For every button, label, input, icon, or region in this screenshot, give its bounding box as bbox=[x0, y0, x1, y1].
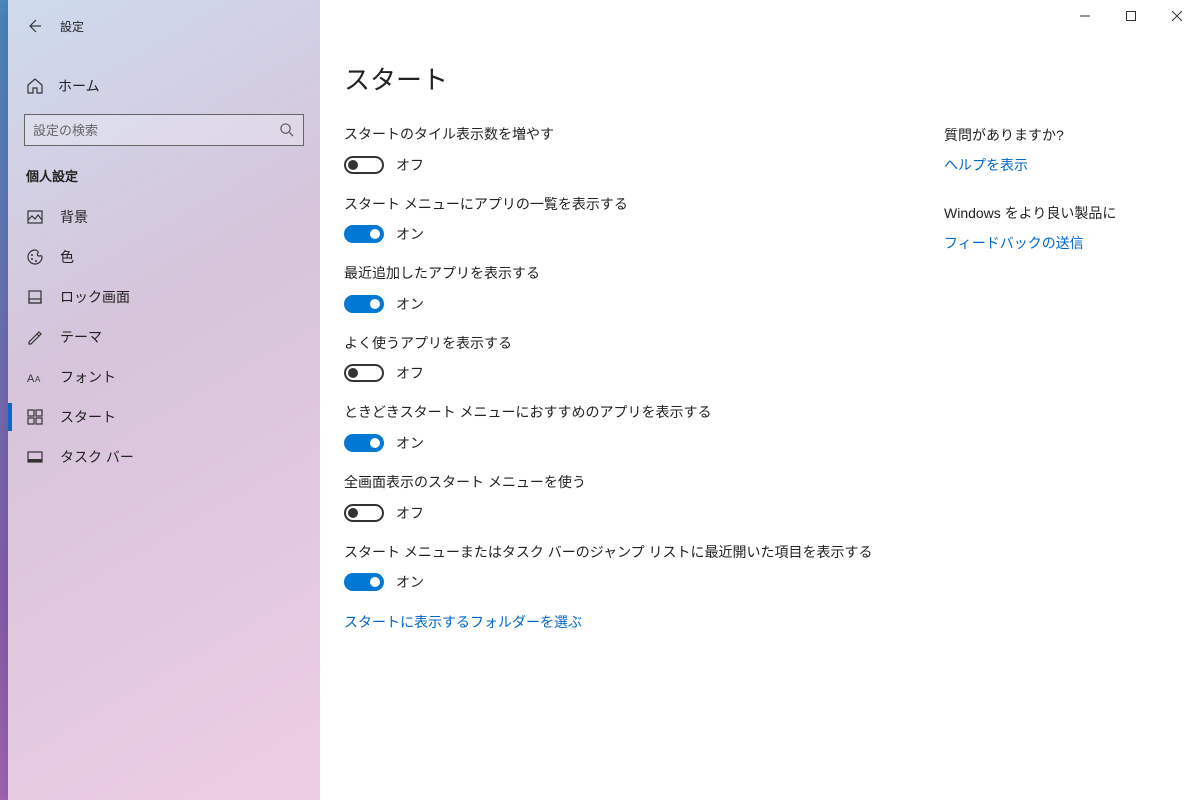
setting-more-tiles: スタートのタイル表示数を増やす オフ bbox=[344, 125, 904, 175]
svg-text:A: A bbox=[35, 375, 41, 384]
picture-icon bbox=[26, 208, 44, 226]
toggle-state-text: オン bbox=[396, 294, 424, 314]
toggle-state-text: オフ bbox=[396, 363, 424, 383]
toggle-state-text: オン bbox=[396, 433, 424, 453]
nav-label: フォント bbox=[60, 367, 116, 387]
setting-suggestions: ときどきスタート メニューにおすすめのアプリを表示する オン bbox=[344, 403, 904, 453]
feedback-link[interactable]: フィードバックの送信 bbox=[944, 233, 1164, 253]
nav-item-taskbar[interactable]: タスク バー bbox=[8, 437, 320, 477]
setting-most-used: よく使うアプリを表示する オフ bbox=[344, 334, 904, 384]
settings-column: スタートのタイル表示数を増やす オフ スタート メニューにアプリの一覧を表示する… bbox=[344, 125, 904, 632]
main-content: スタート スタートのタイル表示数を増やす オフ スタート メニューにアプリの一覧… bbox=[320, 0, 1200, 800]
feedback-heading: Windows をより良い製品に bbox=[944, 203, 1164, 223]
help-link[interactable]: ヘルプを表示 bbox=[944, 155, 1164, 175]
settings-window: 設定 ホーム 個人設定 背景 色 bbox=[8, 0, 1200, 800]
setting-label: スタートのタイル表示数を増やす bbox=[344, 125, 904, 145]
nav-item-colors[interactable]: 色 bbox=[8, 237, 320, 277]
toggle-most-used[interactable] bbox=[344, 364, 384, 382]
nav-label: テーマ bbox=[60, 327, 102, 347]
aside-column: 質問がありますか? ヘルプを表示 Windows をより良い製品に フィードバッ… bbox=[944, 125, 1164, 632]
taskbar-icon bbox=[26, 448, 44, 466]
back-button[interactable] bbox=[22, 14, 46, 38]
minimize-icon bbox=[1080, 11, 1090, 21]
nav-label: タスク バー bbox=[60, 447, 134, 467]
content-row: スタートのタイル表示数を増やす オフ スタート メニューにアプリの一覧を表示する… bbox=[344, 125, 1176, 632]
setting-label: スタート メニューまたはタスク バーのジャンプ リストに最近開いた項目を表示する bbox=[344, 543, 904, 563]
titlebar-left: 設定 bbox=[8, 8, 320, 44]
toggle-state-text: オン bbox=[396, 224, 424, 244]
toggle-state-text: オフ bbox=[396, 155, 424, 175]
nav-label: スタート bbox=[60, 407, 116, 427]
setting-jumplist: スタート メニューまたはタスク バーのジャンプ リストに最近開いた項目を表示する… bbox=[344, 543, 904, 593]
toggle-more-tiles[interactable] bbox=[344, 156, 384, 174]
nav-item-background[interactable]: 背景 bbox=[8, 197, 320, 237]
setting-recently-added: 最近追加したアプリを表示する オン bbox=[344, 264, 904, 314]
maximize-icon bbox=[1126, 11, 1136, 21]
nav-item-start[interactable]: スタート bbox=[8, 397, 320, 437]
nav-label: 色 bbox=[60, 247, 74, 267]
toggle-app-list[interactable] bbox=[344, 225, 384, 243]
page-title: スタート bbox=[344, 60, 1176, 97]
palette-icon bbox=[26, 248, 44, 266]
search-box[interactable] bbox=[24, 114, 304, 146]
close-icon bbox=[1172, 11, 1182, 21]
close-button[interactable] bbox=[1154, 0, 1200, 32]
sidebar: 設定 ホーム 個人設定 背景 色 bbox=[8, 0, 320, 800]
maximize-button[interactable] bbox=[1108, 0, 1154, 32]
nav-list: 背景 色 ロック画面 テーマ AA フォント スタート bbox=[8, 197, 320, 477]
font-icon: AA bbox=[26, 368, 44, 386]
search-icon bbox=[279, 122, 295, 138]
start-icon bbox=[26, 408, 44, 426]
home-icon bbox=[26, 77, 44, 95]
search-container bbox=[8, 108, 320, 156]
setting-label: ときどきスタート メニューにおすすめのアプリを表示する bbox=[344, 403, 904, 423]
nav-item-fonts[interactable]: AA フォント bbox=[8, 357, 320, 397]
nav-label: 背景 bbox=[60, 207, 88, 227]
lockscreen-icon bbox=[26, 288, 44, 306]
titlebar-controls bbox=[1062, 0, 1200, 32]
toggle-jumplist[interactable] bbox=[344, 573, 384, 591]
setting-fullscreen: 全画面表示のスタート メニューを使う オフ bbox=[344, 473, 904, 523]
help-heading: 質問がありますか? bbox=[944, 125, 1164, 145]
nav-label: ロック画面 bbox=[60, 287, 130, 307]
setting-label: よく使うアプリを表示する bbox=[344, 334, 904, 354]
nav-item-themes[interactable]: テーマ bbox=[8, 317, 320, 357]
svg-text:A: A bbox=[27, 373, 35, 385]
toggle-suggestions[interactable] bbox=[344, 434, 384, 452]
setting-label: 最近追加したアプリを表示する bbox=[344, 264, 904, 284]
setting-app-list: スタート メニューにアプリの一覧を表示する オン bbox=[344, 195, 904, 245]
arrow-left-icon bbox=[26, 18, 42, 34]
nav-item-lockscreen[interactable]: ロック画面 bbox=[8, 277, 320, 317]
toggle-state-text: オン bbox=[396, 572, 424, 592]
window-title: 設定 bbox=[60, 18, 84, 35]
search-input[interactable] bbox=[33, 123, 279, 138]
setting-label: スタート メニューにアプリの一覧を表示する bbox=[344, 195, 904, 215]
toggle-fullscreen[interactable] bbox=[344, 504, 384, 522]
sidebar-section-label: 個人設定 bbox=[8, 156, 320, 193]
home-nav[interactable]: ホーム bbox=[8, 64, 320, 108]
setting-label: 全画面表示のスタート メニューを使う bbox=[344, 473, 904, 493]
choose-folders-link[interactable]: スタートに表示するフォルダーを選ぶ bbox=[344, 612, 904, 632]
toggle-state-text: オフ bbox=[396, 503, 424, 523]
minimize-button[interactable] bbox=[1062, 0, 1108, 32]
home-label: ホーム bbox=[58, 76, 100, 96]
theme-icon bbox=[26, 328, 44, 346]
toggle-recently-added[interactable] bbox=[344, 295, 384, 313]
